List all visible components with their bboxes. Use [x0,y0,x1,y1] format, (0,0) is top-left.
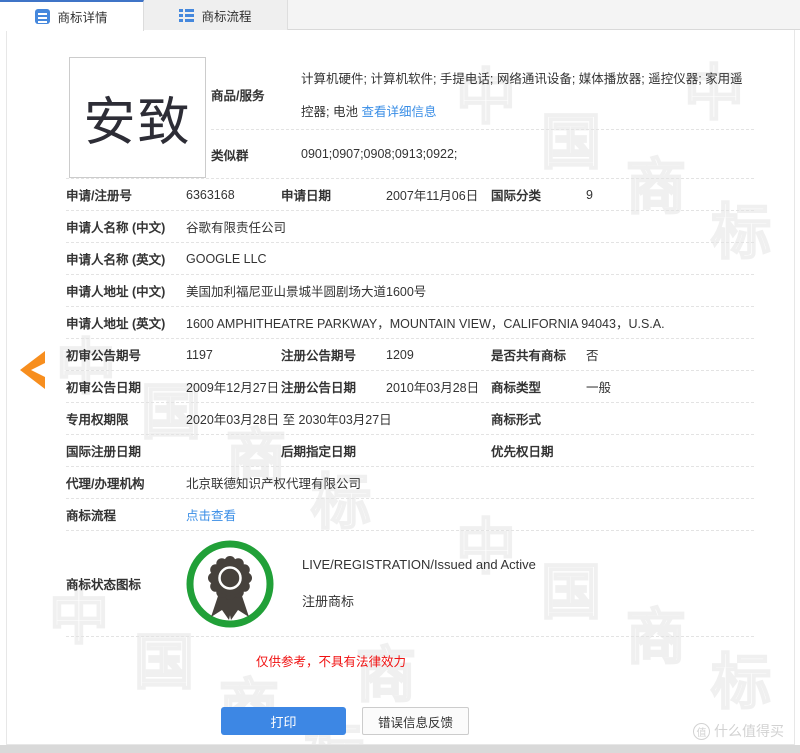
previous-arrow-button[interactable] [13,348,45,392]
field-label: 注册公告日期 [281,377,386,396]
field-value: 1600 AMPHITHEATRE PARKWAY，MOUNTAIN VIEW，… [186,313,754,332]
field-label: 商标状态图标 [66,574,186,593]
field-label: 专用权期限 [66,409,186,428]
field-value: GOOGLE LLC [186,252,754,266]
field-label: 优先权日期 [491,441,586,460]
field-label: 后期指定日期 [281,441,386,460]
status-line-chinese: 注册商标 [302,591,536,610]
table-row-registration: 申请/注册号 6363168 申请日期 2007年11月06日 国际分类 9 [66,179,754,211]
table-row-agency: 代理/办理机构 北京联德知识产权代理有限公司 [66,467,754,499]
tab-label: 商标详情 [57,7,107,26]
field-label: 申请人名称 (中文) [66,217,186,236]
field-value: 1209 [386,348,491,362]
status-line-english: LIVE/REGISTRATION/Issued and Active [302,557,536,572]
error-feedback-button[interactable]: 错误信息反馈 [362,707,469,735]
field-value: 6363168 [186,188,281,202]
field-label: 商标类型 [491,377,586,396]
field-label: 申请/注册号 [66,185,186,204]
field-label: 申请人名称 (英文) [66,249,186,268]
field-label: 申请人地址 (英文) [66,313,186,332]
field-label: 商品/服务 [211,63,301,129]
site-logo-icon: 值 [693,723,710,740]
field-value: 一般 [586,377,754,396]
field-value: 北京联德知识产权代理有限公司 [186,473,754,492]
disclaimer-note: 仅供参考，不具有法律效力 [256,651,754,667]
field-value: 2007年11月06日 [386,185,491,204]
field-label: 初审公告期号 [66,345,186,364]
field-value: 1197 [186,348,281,362]
table-row-publication-dates: 初审公告日期 2009年12月27日 注册公告日期 2010年03月28日 商标… [66,371,754,403]
table-row-exclusive-period: 专用权期限 2020年03月28日 至 2030年03月27日 商标形式 [66,403,754,435]
trademark-name: 安致 [83,80,191,155]
tab-label: 商标流程 [201,6,251,25]
click-to-view-link[interactable]: 点击查看 [186,505,236,524]
site-name: 什么值得买 [714,721,784,741]
trademark-image: 安致 [69,57,206,178]
goods-services-row: 商品/服务 计算机硬件; 计算机软件; 手提电话; 网络通讯设备; 媒体播放器;… [211,57,754,130]
field-value: 谷歌有限责任公司 [186,217,754,236]
view-details-link[interactable]: 查看详细信息 [361,105,436,119]
registered-medal-icon [186,540,274,628]
field-label: 类似群 [211,145,301,164]
detail-panel: 中国商标中国商标中国商标中国商标中商 安致 商品/服务 计算机硬件; 计算机软件… [6,30,795,745]
field-label: 申请人地址 (中文) [66,281,186,300]
document-icon [35,9,50,24]
field-label: 商标流程 [66,505,186,524]
table-row-address-cn: 申请人地址 (中文) 美国加利福尼亚山景城半圆剧场大道1600号 [66,275,754,307]
table-row-address-en: 申请人地址 (英文) 1600 AMPHITHEATRE PARKWAY，MOU… [66,307,754,339]
field-label: 国际注册日期 [66,441,186,460]
field-label: 申请日期 [281,185,386,204]
action-buttons: 打印 错误信息反馈 [221,707,754,735]
list-icon [179,9,194,22]
field-label: 是否共有商标 [491,345,586,364]
field-value: 否 [586,345,754,364]
field-value: 9 [586,188,754,202]
table-row-international-dates: 国际注册日期 后期指定日期 优先权日期 [66,435,754,467]
tab-bar: 商标详情 商标流程 [0,0,800,30]
field-label: 商标形式 [491,409,586,428]
field-value: 美国加利福尼亚山景城半圆剧场大道1600号 [186,281,754,300]
tab-trademark-process[interactable]: 商标流程 [144,0,288,30]
site-watermark: 值 什么值得买 [693,721,784,741]
field-value: 2010年03月28日 [386,377,491,396]
field-label: 代理/办理机构 [66,473,186,492]
trademark-detail-page: 商标详情 商标流程 中国商标中国商标中国商标中国商标中商 安致 商品/服务 计算… [0,0,800,753]
field-label: 注册公告期号 [281,345,386,364]
bottom-divider [0,745,800,753]
table-row-applicant-en: 申请人名称 (英文) GOOGLE LLC [66,243,754,275]
tab-trademark-detail[interactable]: 商标详情 [0,0,144,31]
field-value: 2020年03月28日 至 2030年03月27日 [186,409,491,428]
field-label: 初审公告日期 [66,377,186,396]
table-row-first-publication: 初审公告期号 1197 注册公告期号 1209 是否共有商标 否 [66,339,754,371]
similar-group-value: 0901;0907;0908;0913;0922; [301,147,457,161]
field-value: 2009年12月27日 [186,377,281,396]
similar-group-row: 类似群 0901;0907;0908;0913;0922; [211,130,754,178]
table-row-status: 商标状态图标 [66,531,754,637]
trademark-summary: 安致 商品/服务 计算机硬件; 计算机软件; 手提电话; 网络通讯设备; 媒体播… [66,57,754,178]
table-row-process: 商标流程 点击查看 [66,499,754,531]
field-label: 国际分类 [491,185,586,204]
table-row-applicant-cn: 申请人名称 (中文) 谷歌有限责任公司 [66,211,754,243]
print-button[interactable]: 打印 [221,707,346,735]
